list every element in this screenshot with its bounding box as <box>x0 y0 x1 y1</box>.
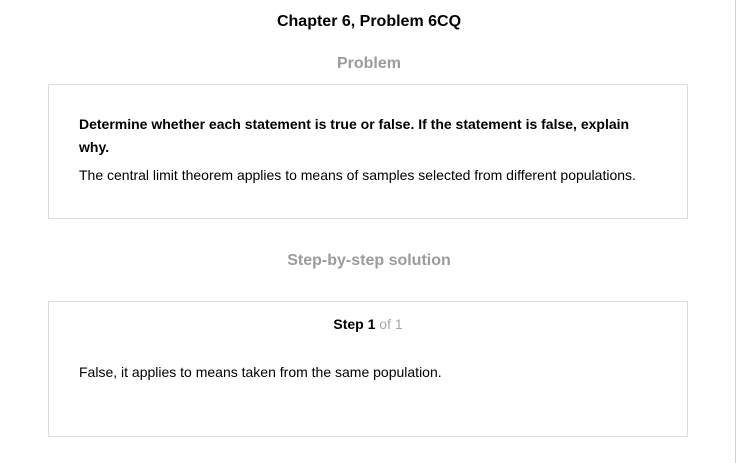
step-total: of 1 <box>379 316 403 332</box>
step-current-number: 1 <box>367 316 376 332</box>
solution-card: Step 1 of 1 False, it applies to means t… <box>48 301 688 437</box>
solution-heading: Step-by-step solution <box>287 252 451 269</box>
solution-answer: False, it applies to means taken from th… <box>79 364 442 380</box>
step-word: Step <box>333 316 364 332</box>
solution-page: Chapter 6, Problem 6CQ Problem Determine… <box>0 0 738 463</box>
problem-card: Determine whether each statement is true… <box>48 84 688 219</box>
problem-statement: The central limit theorem applies to mea… <box>79 167 636 183</box>
problem-instruction: Determine whether each statement is true… <box>79 116 630 155</box>
chapter-title: Chapter 6, Problem 6CQ <box>276 13 462 30</box>
step-indicator: Step 1 of 1 <box>49 315 687 333</box>
problem-heading: Problem <box>336 55 401 72</box>
